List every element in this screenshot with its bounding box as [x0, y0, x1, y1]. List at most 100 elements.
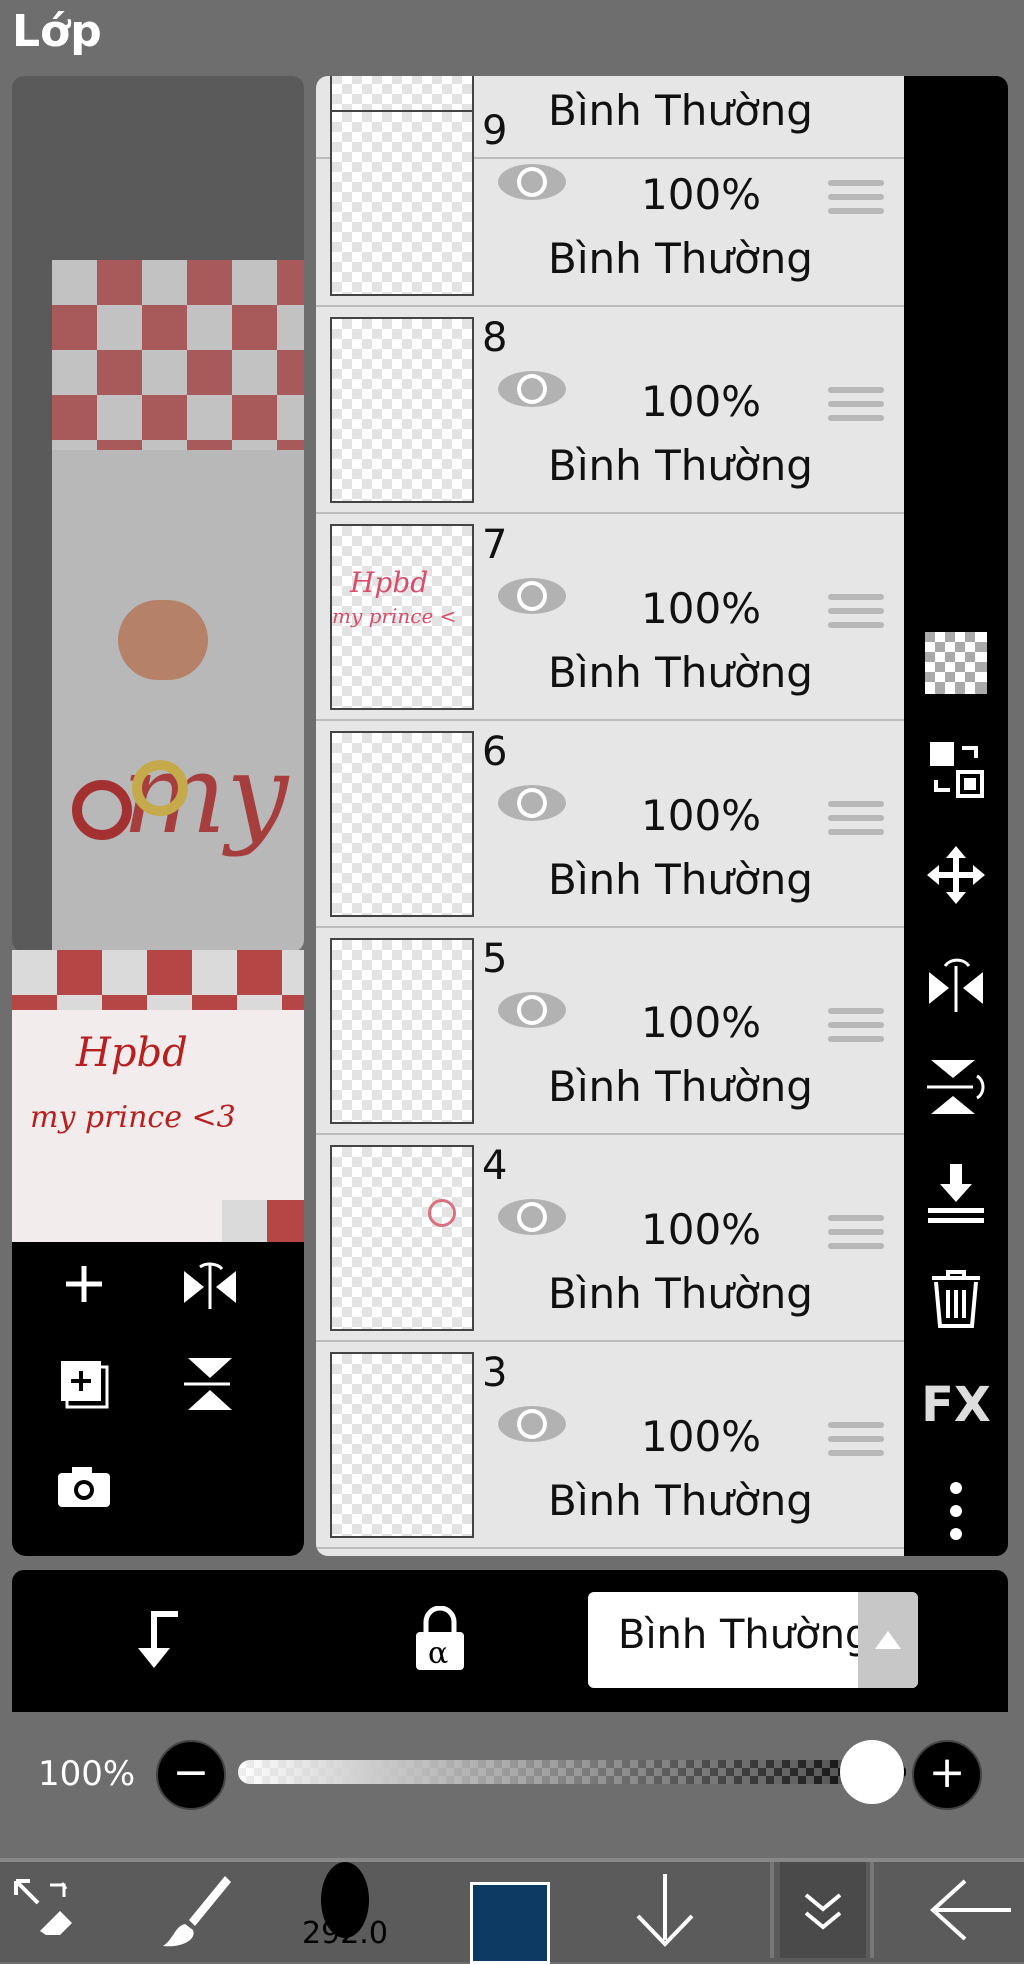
transparency-button[interactable] — [904, 628, 1008, 698]
flip-horizontal-button[interactable] — [178, 1252, 242, 1316]
trash-icon — [932, 1270, 980, 1328]
layer-number: 7 — [482, 522, 508, 568]
layer-thumbnail — [330, 110, 474, 296]
add-layer-button[interactable] — [52, 1252, 116, 1316]
merge-down-button[interactable] — [904, 1158, 1008, 1228]
eye-icon — [498, 992, 566, 1028]
drag-handle-icon[interactable] — [828, 1008, 884, 1050]
add-layer-icon — [66, 1266, 102, 1302]
visibility-toggle[interactable] — [496, 1195, 568, 1243]
layer-thumbnail — [330, 317, 474, 503]
visibility-toggle[interactable] — [496, 781, 568, 829]
opacity-label: 100% — [38, 1754, 136, 1794]
expand-menu-button[interactable] — [780, 1862, 866, 1958]
thumb-checker-top — [12, 950, 304, 1010]
tb-divider — [870, 1862, 874, 1958]
fx-button[interactable]: FX — [904, 1370, 1008, 1440]
camera-button[interactable] — [52, 1454, 116, 1518]
thumb-ring — [428, 1199, 456, 1227]
layer-blend-mode: Bình Thường — [548, 855, 813, 904]
eye-icon — [498, 578, 566, 614]
layer-row[interactable]: 9 100% Bình Thường — [316, 100, 904, 307]
layer-thumbnail — [330, 1352, 474, 1538]
add-copy-layer-icon — [61, 1361, 109, 1409]
layer-number: 8 — [482, 315, 508, 361]
drag-handle-icon[interactable] — [828, 180, 884, 222]
blend-mode-dropdown[interactable] — [858, 1592, 918, 1688]
layer-thumbnail — [330, 1145, 474, 1331]
back-button[interactable] — [920, 1862, 1020, 1958]
canvas-preview[interactable]: my — [12, 76, 304, 952]
flip-vertical-icon — [927, 1060, 985, 1114]
layer-opacity: 100% — [641, 791, 762, 840]
tb-divider — [770, 1862, 774, 1958]
opacity-increase-button[interactable]: + — [912, 1740, 982, 1810]
layer-row[interactable]: 8 100% Bình Thường — [316, 307, 904, 514]
drag-handle-icon[interactable] — [828, 594, 884, 636]
layer-thumbnail — [330, 938, 474, 1124]
add-copy-layer-button[interactable] — [52, 1352, 116, 1416]
swap-layers-button[interactable] — [904, 734, 1008, 804]
layer-row[interactable]: 6 100% Bình Thường — [316, 721, 904, 928]
layer-blend-mode: Bình Thường — [548, 1062, 813, 1111]
camera-icon — [58, 1467, 110, 1507]
blend-mode-select[interactable]: Bình Thường — [588, 1592, 918, 1688]
eye-icon — [498, 371, 566, 407]
layer-opacity: 100% — [641, 1412, 762, 1461]
eye-icon — [498, 1406, 566, 1442]
move-button[interactable] — [904, 840, 1008, 910]
drag-handle-icon[interactable] — [828, 1422, 884, 1464]
layer-opacity: 100% — [641, 998, 762, 1047]
layer-number: 4 — [482, 1143, 508, 1189]
layer-thumbnail-large: Hpbd my prince <3 — [12, 950, 304, 1242]
eye-icon — [498, 164, 566, 200]
right-tool-strip: FX — [904, 76, 1008, 1556]
drag-handle-icon[interactable] — [828, 1215, 884, 1257]
layer-thumbnail: Hpbd my prince < — [330, 524, 474, 710]
visibility-toggle[interactable] — [496, 367, 568, 415]
thumb-text: Hpbd — [350, 566, 429, 599]
transform-eraser-icon — [14, 1879, 72, 1935]
layer-row[interactable]: 5 100% Bình Thường — [316, 928, 904, 1135]
layer-down-button[interactable] — [620, 1862, 710, 1958]
arrow-down-icon — [636, 1874, 694, 1947]
drag-handle-icon[interactable] — [828, 387, 884, 429]
transparency-icon — [925, 632, 987, 694]
layer-list[interactable]: Bình Thường 9 100% Bình Thường 8 100% Bì… — [316, 76, 904, 1556]
visibility-toggle[interactable] — [496, 988, 568, 1036]
visibility-toggle[interactable] — [496, 574, 568, 622]
layer-row[interactable]: Hpbd my prince < 7 100% Bình Thường — [316, 514, 904, 721]
layer-number: 5 — [482, 936, 508, 982]
more-options-button[interactable] — [904, 1476, 1008, 1546]
flip-horizontal-button[interactable] — [904, 946, 1008, 1016]
visibility-toggle[interactable] — [496, 160, 568, 208]
layer-blend-mode: Bình Thường — [548, 1269, 813, 1318]
brush-icon — [163, 1876, 231, 1947]
flip-horizontal-icon — [184, 1262, 236, 1309]
layer-row[interactable]: 3 100% Bình Thường — [316, 1342, 904, 1549]
eye-icon — [498, 785, 566, 821]
blend-mode-value: Bình Thường — [618, 1612, 871, 1658]
flip-vertical-button[interactable] — [904, 1052, 1008, 1122]
delete-layer-button[interactable] — [904, 1264, 1008, 1334]
transform-tool-button[interactable] — [0, 1862, 90, 1958]
alpha-lock-button[interactable]: α — [412, 1605, 482, 1680]
layer-row[interactable]: 4 100% Bình Thường — [316, 1135, 904, 1342]
visibility-toggle[interactable] — [496, 1402, 568, 1450]
clip-layer-button[interactable] — [124, 1608, 194, 1678]
triangle-up-icon — [875, 1631, 901, 1649]
opacity-slider-track[interactable] — [238, 1760, 906, 1784]
flip-vertical-button[interactable] — [178, 1352, 242, 1416]
drag-handle-icon[interactable] — [828, 801, 884, 843]
slider-checker — [238, 1760, 906, 1784]
title: Lớp — [12, 6, 102, 57]
layer-thumbnail — [330, 731, 474, 917]
brush-size-button[interactable]: 292.0 — [290, 1862, 400, 1958]
layer-number: 9 — [482, 108, 508, 154]
layer-number: 6 — [482, 729, 508, 775]
brush-tool-button[interactable] — [150, 1862, 240, 1958]
opacity-slider-thumb[interactable] — [840, 1740, 904, 1804]
opacity-decrease-button[interactable]: − — [156, 1740, 226, 1810]
color-swatch[interactable] — [470, 1882, 550, 1964]
swap-layers-icon — [930, 742, 984, 798]
